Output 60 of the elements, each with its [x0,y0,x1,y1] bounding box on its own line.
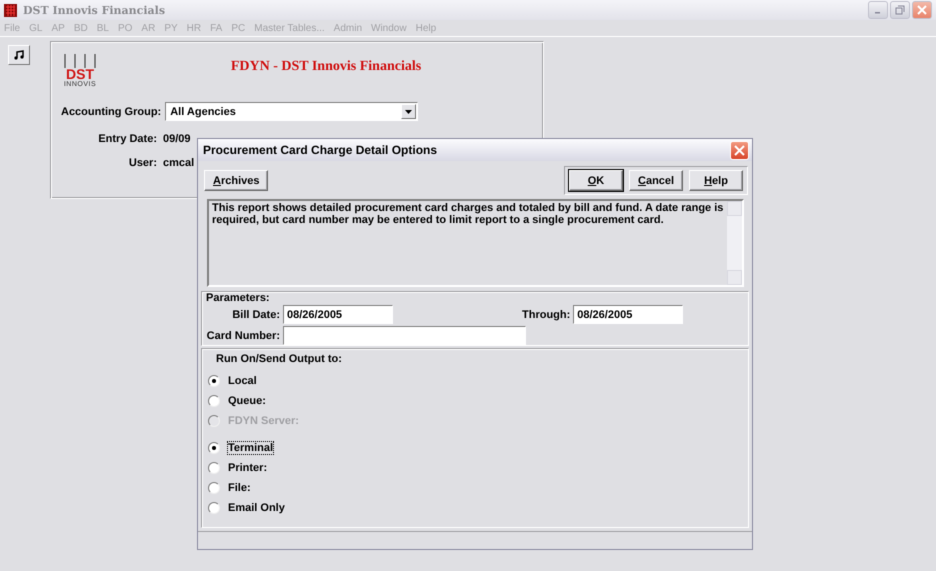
field-label: Accounting Group: [61,106,162,118]
close-button[interactable] [912,1,932,19]
dialog-button[interactable]: OK [569,170,623,191]
menu-item[interactable]: BD [74,22,88,34]
menu-item[interactable]: FA [210,22,222,34]
archives-button[interactable]: Archives [204,170,268,191]
restore-button[interactable] [890,1,910,19]
radio-button[interactable] [208,442,220,454]
radio-label[interactable]: Printer: [228,462,268,474]
menu-item[interactable]: GL [29,22,42,34]
radio-button[interactable] [208,482,220,494]
dialog-button[interactable]: Cancel [629,170,683,191]
panel-title: FDYN - DST Innovis Financials [230,59,422,75]
menu-item[interactable]: Help [416,22,436,34]
close-icon [917,5,927,15]
menu-item[interactable]: PC [231,22,246,34]
radio-label[interactable]: Terminal [228,442,274,454]
minimize-button[interactable] [868,1,888,19]
card-number-field[interactable] [283,326,526,345]
radio-button[interactable] [208,375,220,387]
dropdown-arrow-icon [405,110,412,114]
menu-item[interactable]: PY [164,22,178,34]
radio-button[interactable] [208,502,220,514]
menu-item[interactable]: Master Tables... [254,22,325,34]
radio-label[interactable]: Email Only [228,502,285,514]
field-label: Bill Date: [231,308,281,320]
menu-item[interactable]: AR [141,22,156,34]
radio-label[interactable]: Queue: [228,395,266,407]
field-value: cmcal [163,157,194,169]
field-label: Entry Date: [97,133,158,145]
menu-item[interactable]: Window [371,22,407,34]
menu-item[interactable]: PO [118,22,132,34]
dialog-button[interactable]: Help [689,170,743,191]
menu-item[interactable]: HR [186,22,202,34]
radio-label[interactable]: File: [228,482,251,494]
group-legend: Run On/Send Output to: [216,353,742,365]
music-note-icon [14,50,24,60]
accounting-group-dropdown[interactable]: All Agencies [165,102,418,121]
radio-button[interactable] [208,462,220,474]
close-icon [734,144,745,156]
field-label: User: [128,157,158,169]
app-icon [4,4,17,16]
bill-date-field[interactable]: 08/26/2005 [283,305,393,324]
restore-icon [895,5,905,15]
menu-item[interactable]: Admin [334,22,362,34]
music-note-button[interactable] [8,45,30,65]
radio-button[interactable] [208,395,220,407]
radio-label[interactable]: Local [228,375,257,387]
window-title: DST Innovis Financials [23,4,166,16]
field-label: Through: [522,308,572,320]
menu-item[interactable]: File [4,22,20,34]
through-date-field[interactable]: 08/26/2005 [573,305,684,324]
dialog-title: Procurement Card Charge Detail Options [203,143,438,157]
scrollbar[interactable] [727,201,742,285]
field-label: Card Number: [206,330,281,342]
description-text: This report shows detailed procurement card charges and totaled by bill and fund. A date range is required, but card number may be entered to limit report to a single procurement card. [211,201,724,228]
menu-item[interactable]: BL [96,22,109,34]
menu-item[interactable]: AP [51,22,65,34]
field-value: 09/09 [163,133,191,145]
group-legend: Parameters: [206,292,744,304]
